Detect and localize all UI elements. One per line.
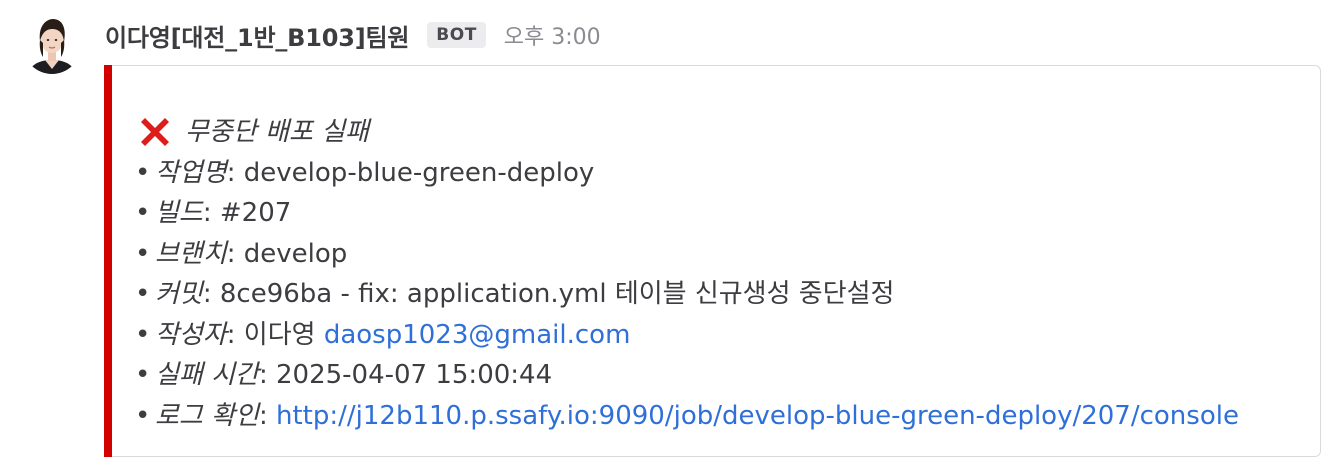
field-commit: • 커밋: 8ce96ba - fix: application.yml 테이블 … [135,274,1310,315]
attachment-title: 무중단 배포 실패 [135,112,1310,153]
author-email-link[interactable]: daosp1023@gmail.com [324,320,631,350]
avatar-photo [23,16,81,74]
field-job: • 작업명: develop-blue-green-deploy [135,153,1310,194]
field-separator: : [202,198,212,228]
bullet: • [135,157,151,188]
field-label: 커밋 [155,279,203,309]
field-value: #207 [211,198,292,228]
bullet: • [135,400,151,431]
bullet: • [135,279,151,309]
field-label: 작업명 [155,157,227,188]
message-attachment: 무중단 배포 실패 • 작업명: develop-blue-green-deplo… [104,65,1321,457]
attachment-body: 무중단 배포 실패 • 작업명: develop-blue-green-deplo… [135,112,1310,436]
avatar[interactable] [23,13,81,77]
field-branch: • 브랜치: develop [135,234,1310,275]
post-header: 이다영[대전_1반_B103]팀원 BOT 오후 3:00 [105,14,601,56]
bullet: • [135,360,151,390]
bullet: • [135,198,151,228]
field-label: 작성자 [155,319,227,350]
field-value: 8ce96ba - fix: application.yml 테이블 신규생성 … [211,279,895,309]
field-separator: : [226,238,236,269]
field-value: develop-blue-green-deploy [235,157,595,188]
field-label: 실패 시간 [155,360,259,390]
bot-badge: BOT [427,22,486,48]
field-value: 이다영 [235,319,324,350]
field-label: 빌드 [155,198,203,228]
field-separator: : [258,400,276,431]
field-build: • 빌드: #207 [135,193,1310,234]
x-mark-icon [135,112,175,152]
field-failed-at: • 실패 시간: 2025-04-07 15:00:44 [135,355,1310,396]
post-time[interactable]: 오후 3:00 [504,19,601,51]
field-separator: : [258,360,268,390]
field-value: 2025-04-07 15:00:44 [267,360,553,390]
bullet: • [135,238,151,269]
attachment-color-bar [104,65,112,457]
field-log: • 로그 확인: http://j12b110.p.ssafy.io:9090/j… [135,396,1310,437]
field-label: 로그 확인 [155,400,259,431]
username[interactable]: 이다영[대전_1반_B103]팀원 [105,18,409,53]
attachment-title-text: 무중단 배포 실패 [185,117,369,147]
message-post: 이다영[대전_1반_B103]팀원 BOT 오후 3:00 무중단 배포 실패 … [0,0,1338,468]
field-separator: : [202,279,212,309]
field-value: develop [235,238,348,269]
console-log-link[interactable]: http://j12b110.p.ssafy.io:9090/job/devel… [276,401,1239,431]
field-label: 브랜치 [155,238,227,269]
bullet: • [135,319,151,350]
field-author: • 작성자: 이다영 daosp1023@gmail.com [135,315,1310,356]
field-separator: : [226,157,236,188]
field-separator: : [226,319,236,350]
